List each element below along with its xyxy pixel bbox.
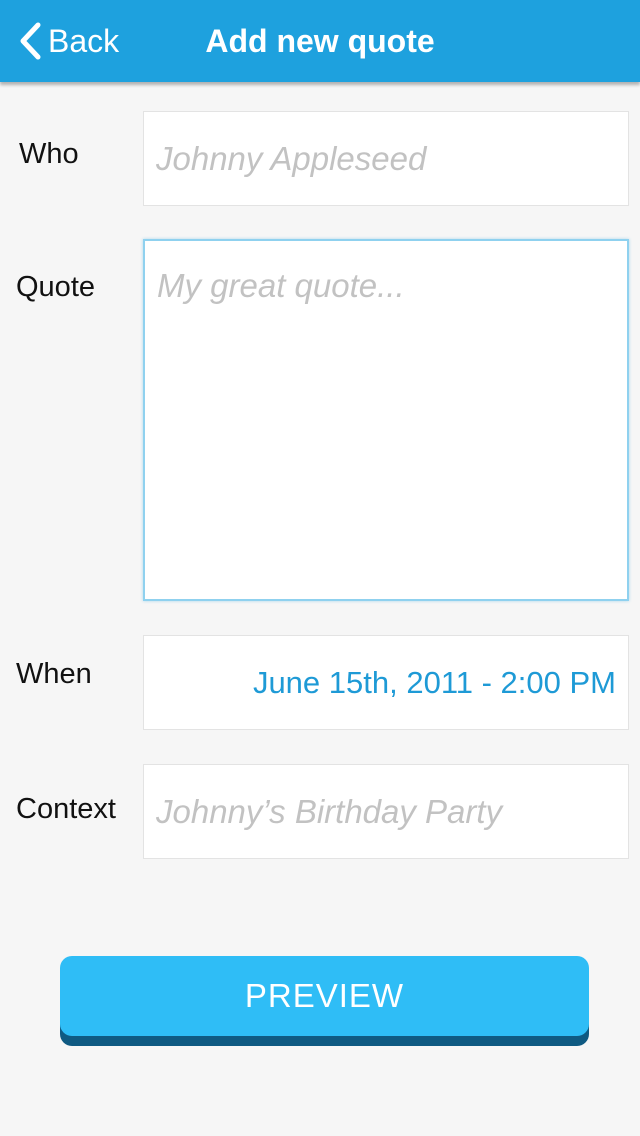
navigation-bar: Back Add new quote [0, 0, 640, 82]
preview-button-label: PREVIEW [244, 977, 405, 1014]
who-input[interactable] [143, 111, 629, 206]
back-button[interactable]: Back [18, 20, 119, 62]
preview-button[interactable]: PREVIEW [60, 956, 589, 1036]
chevron-left-icon [20, 22, 41, 60]
context-label: Context [16, 793, 116, 825]
when-date-picker[interactable]: June 15th, 2011 - 2:00 PM [143, 635, 629, 730]
when-date-value: June 15th, 2011 - 2:00 PM [252, 664, 616, 700]
quote-textarea[interactable] [143, 239, 629, 601]
context-input[interactable] [143, 764, 629, 859]
who-label: Who [19, 138, 79, 170]
when-label: When [16, 658, 92, 690]
quote-label: Quote [16, 271, 95, 303]
back-button-label: Back [48, 23, 120, 59]
